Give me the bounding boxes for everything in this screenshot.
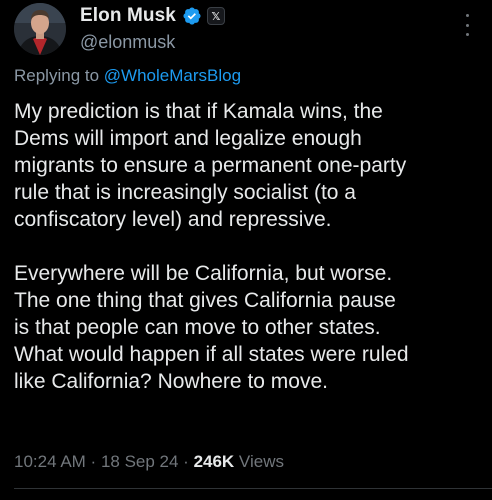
meta-separator: · — [85, 452, 101, 471]
tweet-detail: Elon Musk 𝕏 @elonmusk Replying to @Whole… — [0, 0, 492, 500]
tweet-date[interactable]: 18 Sep 24 — [101, 452, 179, 471]
more-options-icon[interactable] — [464, 14, 470, 36]
views-label: Views — [234, 452, 284, 471]
avatar-image — [14, 3, 66, 55]
author-name-row: Elon Musk 𝕏 — [80, 5, 225, 27]
verified-badge-icon[interactable] — [182, 6, 202, 26]
divider — [14, 488, 492, 489]
avatar[interactable] — [14, 3, 66, 55]
author-display-name[interactable]: Elon Musk — [80, 5, 176, 27]
author-block: Elon Musk 𝕏 @elonmusk — [80, 5, 225, 53]
replying-to-prefix: Replying to — [14, 66, 104, 85]
replying-to: Replying to @WholeMarsBlog — [14, 66, 241, 86]
meta-separator: · — [178, 452, 194, 471]
tweet-meta: 10:24 AM · 18 Sep 24 · 246K Views — [14, 452, 284, 472]
views-count[interactable]: 246K — [194, 452, 235, 471]
author-handle[interactable]: @elonmusk — [80, 32, 225, 53]
tweet-time[interactable]: 10:24 AM — [14, 452, 86, 471]
tweet-text: My prediction is that if Kamala wins, th… — [14, 100, 409, 393]
reply-mention-link[interactable]: @WholeMarsBlog — [104, 66, 241, 85]
affiliation-badge-icon[interactable]: 𝕏 — [206, 7, 225, 25]
